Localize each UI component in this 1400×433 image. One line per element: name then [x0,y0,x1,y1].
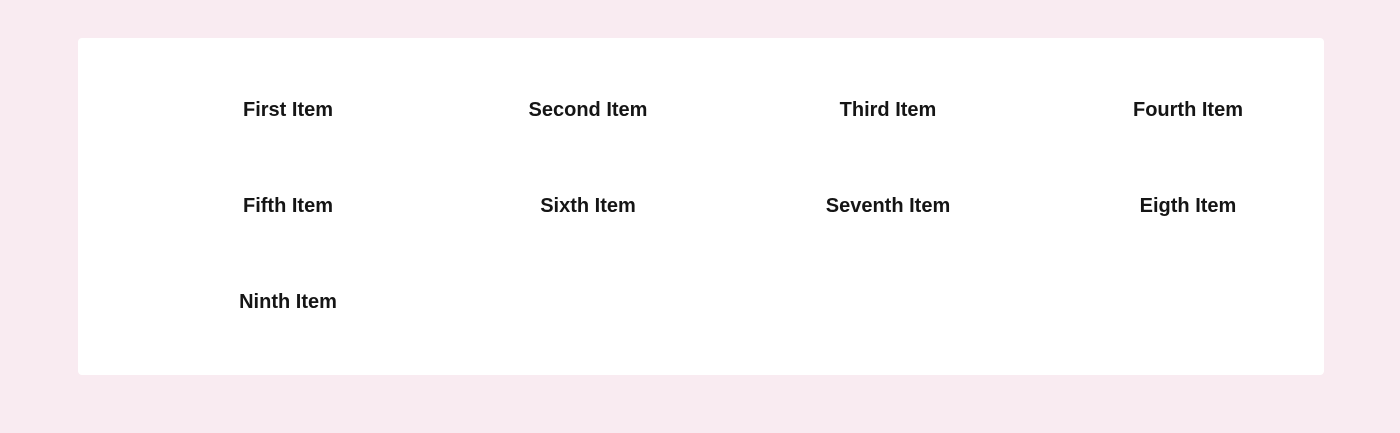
grid-item-label: Fifth Item [243,195,333,217]
grid-item-ninth: Ninth Item [138,278,438,374]
grid-item-label: Fourth Item [1133,99,1243,121]
item-grid: First Item Second Item Third Item Fourth… [138,86,1338,374]
grid-item-second: Second Item [438,86,738,182]
grid-item-seventh: Seventh Item [738,182,1038,278]
grid-item-label: Ninth Item [239,291,337,313]
grid-item-label: Third Item [839,99,937,121]
grid-item-fourth: Fourth Item [1038,86,1338,182]
grid-item-third: Third Item [738,86,1038,182]
grid-item-eighth: Eigth Item [1038,182,1338,278]
grid-item-first: First Item [138,86,438,182]
grid-item-label: Seventh Item [825,195,951,217]
grid-item-fifth: Fifth Item [138,182,438,278]
grid-item-sixth: Sixth Item [438,182,738,278]
grid-item-label: Eigth Item [1139,195,1237,217]
grid-container: First Item Second Item Third Item Fourth… [78,38,1324,375]
grid-item-label: Second Item [528,99,648,121]
grid-item-label: First Item [242,99,334,121]
grid-item-label: Sixth Item [540,195,636,217]
